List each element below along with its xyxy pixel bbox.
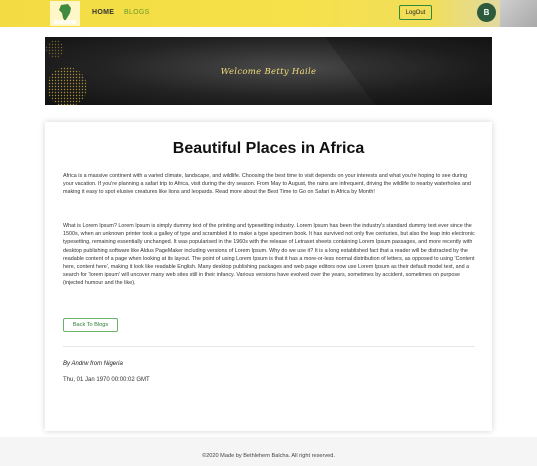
- banner-welcome-text: Welcome Betty Haile: [220, 67, 317, 77]
- top-navbar: HOME BLOGS LogOut B: [0, 0, 537, 27]
- divider: [63, 346, 475, 347]
- article-title: Beautiful Places in Africa: [172, 140, 365, 157]
- page-footer: ©2020 Made by Bethlehem Balcha. All righ…: [202, 453, 335, 459]
- user-avatar[interactable]: B: [477, 3, 496, 22]
- nav-home-link[interactable]: HOME: [92, 9, 114, 16]
- welcome-banner: Welcome Betty Haile: [45, 37, 492, 105]
- africa-logo-icon: [50, 1, 80, 26]
- article-date: Thu, 01 Jan 1970 00:00:02 GMT: [63, 377, 150, 383]
- logout-button[interactable]: LogOut: [399, 5, 432, 20]
- back-to-blogs-button[interactable]: Back To Blogs: [63, 318, 118, 332]
- article-paragraph-2: What is Lorem Ipsum? Lorem Ipsum is simp…: [63, 223, 475, 287]
- article-author: By Andrw from Nigeria: [63, 361, 123, 367]
- navbar-corner-decoration: [500, 0, 537, 27]
- article-card: Beautiful Places in Africa Africa is a m…: [45, 122, 492, 431]
- site-logo[interactable]: [50, 1, 80, 26]
- article-paragraph-1: Africa is a massive continent with a var…: [63, 173, 471, 196]
- nav-blogs-link[interactable]: BLOGS: [124, 9, 150, 16]
